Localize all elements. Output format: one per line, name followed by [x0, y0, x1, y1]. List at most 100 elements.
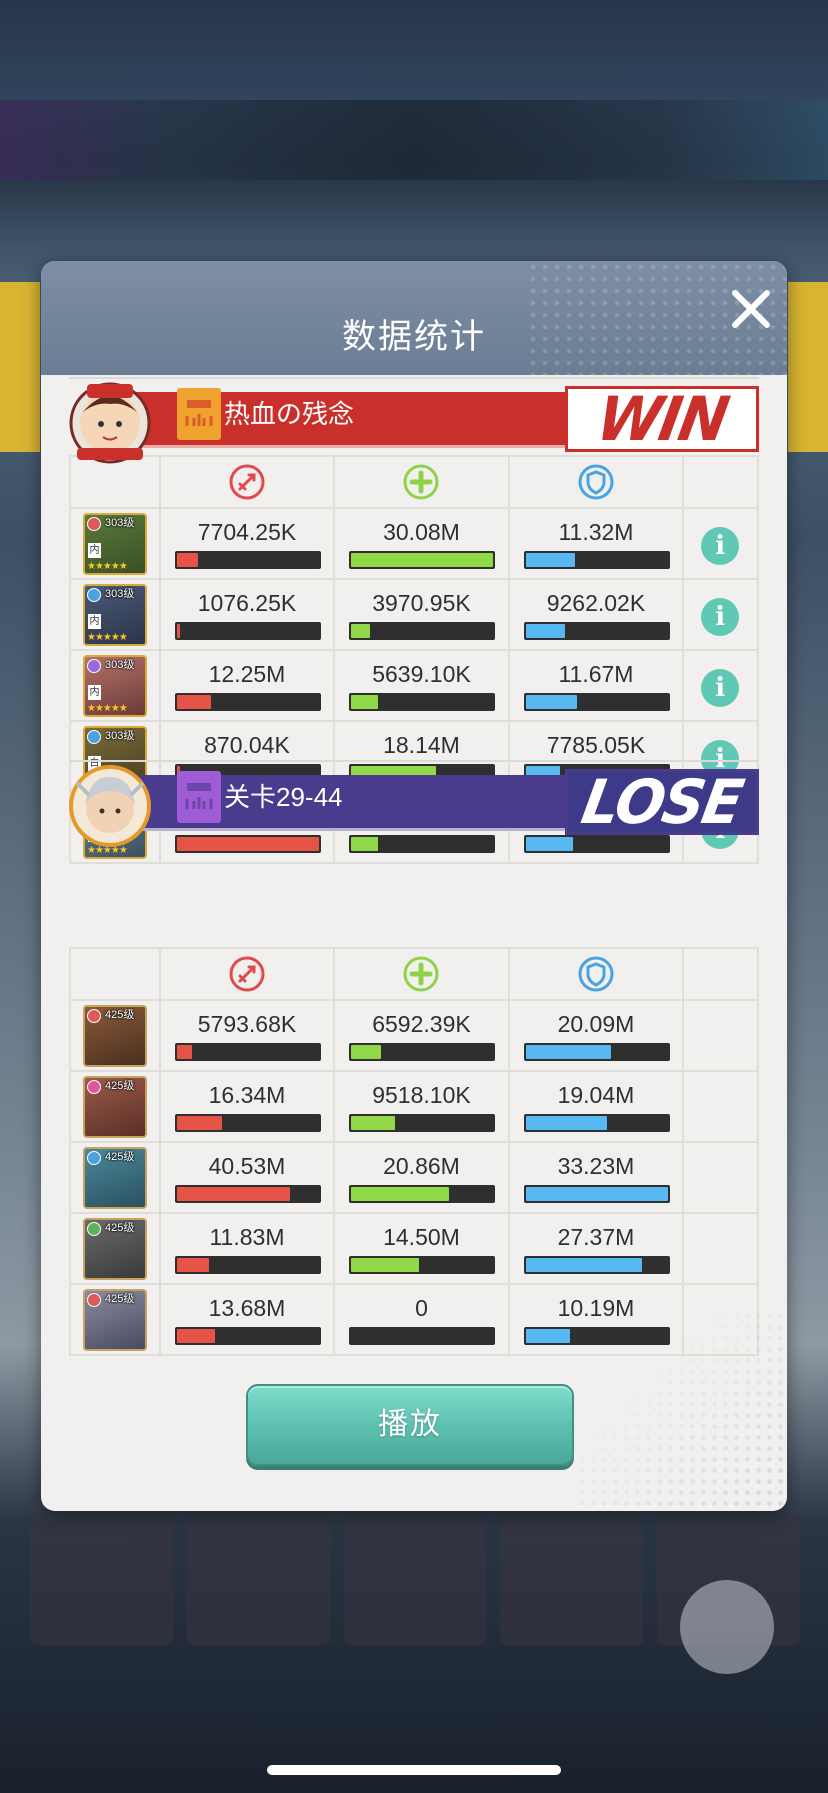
hero-cell: 425级 — [71, 1072, 161, 1143]
attack-stat-cell: 5793.68K — [160, 1001, 336, 1072]
dialog-title: 数据统计 — [342, 318, 486, 356]
attack-bar-fill — [176, 624, 180, 638]
stats-header-row — [71, 457, 759, 509]
defense-stat-cell: 20.09M — [509, 1001, 685, 1072]
attack-value: 16.34M — [208, 1082, 286, 1108]
heal-bar-fill — [351, 553, 494, 567]
attack-icon — [227, 462, 267, 502]
defense-value: 20.09M — [557, 1011, 635, 1037]
attack-bar — [174, 551, 321, 569]
attack-value: 12.25M — [208, 661, 286, 687]
header-cell — [71, 457, 161, 509]
hero-level: 425级 — [105, 1293, 135, 1305]
attack-bar — [174, 1185, 321, 1203]
attack-bar-fill — [176, 1187, 291, 1201]
heal-value: 3970.95K — [372, 590, 471, 616]
hero-portrait[interactable]: 425级 — [83, 1076, 147, 1138]
team-name: 热血の残念 — [224, 399, 355, 429]
attack-stat-cell: 12.25M — [160, 651, 336, 722]
defense-bar-fill — [525, 1187, 668, 1201]
attack-value: 11.83M — [209, 1224, 285, 1250]
divider — [69, 760, 759, 762]
defense-stat-cell: 11.32M — [509, 509, 685, 580]
header-cell — [335, 457, 510, 509]
hero-stats-row: 303级 内 ★★★★★ 12.25M 5639.10K 11.67M i — [71, 651, 759, 722]
attack-value: 40.53M — [208, 1153, 286, 1179]
element-icon — [87, 1009, 101, 1023]
heal-bar — [349, 622, 496, 640]
team-banner-1: 热血の残念 WIN — [69, 382, 759, 464]
heal-bar — [349, 1327, 496, 1345]
heal-bar-fill — [351, 1187, 450, 1201]
attack-stat-cell: 1076.25K — [160, 580, 336, 651]
header-cell — [509, 457, 685, 509]
close-icon — [732, 290, 770, 328]
close-button[interactable] — [725, 283, 777, 335]
attack-bar — [174, 835, 321, 853]
hero-info-button[interactable]: i — [701, 527, 740, 565]
heal-bar — [349, 551, 496, 569]
hero-stats-row: 303级 内 ★★★★★ 1076.25K 3970.95K 9262.02K … — [71, 580, 759, 651]
decorative-dots — [577, 1311, 787, 1511]
heal-value: 14.50M — [383, 1224, 460, 1250]
home-indicator[interactable] — [267, 1765, 561, 1775]
element-icon — [87, 1151, 101, 1165]
hero-cell: 425级 — [71, 1001, 161, 1072]
hero-info-button[interactable]: i — [701, 598, 740, 636]
heal-bar-fill — [351, 624, 370, 638]
hero-portrait[interactable]: 303级 内 ★★★★★ — [83, 584, 147, 646]
hero-stats-row: 303级 内 ★★★★★ 7704.25K 30.08M 11.32M i — [71, 509, 759, 580]
heal-value: 0 — [415, 1295, 428, 1321]
heal-value: 5639.10K — [372, 661, 471, 687]
attack-stat-cell: 40.53M — [160, 1143, 336, 1214]
hero-cell: 425级 — [71, 1285, 161, 1356]
result-badge: WIN — [565, 383, 759, 455]
element-icon — [87, 1080, 101, 1094]
hero-position-tag: 内 — [88, 543, 101, 558]
heal-bar — [349, 835, 496, 853]
info-icon: i — [715, 602, 726, 632]
heal-stat-cell: 3970.95K — [335, 580, 510, 651]
attack-bar — [174, 622, 321, 640]
defense-bar — [523, 551, 670, 569]
hero-info-button[interactable]: i — [701, 669, 740, 707]
hero-portrait[interactable]: 303级 内 ★★★★★ — [83, 513, 147, 575]
hero-level: 425级 — [105, 1151, 135, 1163]
info-icon: i — [715, 673, 726, 703]
attack-bar-fill — [176, 837, 319, 851]
attack-stat-cell: 7704.25K — [160, 509, 336, 580]
attack-bar-fill — [176, 1045, 193, 1059]
enemy-avatar-icon — [69, 765, 151, 847]
hero-level: 303级 — [105, 588, 135, 600]
play-button[interactable]: 播放 — [246, 1384, 574, 1466]
defense-value: 33.23M — [557, 1153, 635, 1179]
heal-stat-cell: 6592.39K — [335, 1001, 510, 1072]
attack-bar — [174, 1043, 321, 1061]
hero-portrait[interactable]: 303级 内 ★★★★★ — [83, 655, 147, 717]
heal-value: 6592.39K — [372, 1011, 471, 1037]
heal-stat-cell: 14.50M — [335, 1214, 510, 1285]
hero-portrait[interactable]: 425级 — [83, 1289, 147, 1351]
defense-bar — [523, 1043, 670, 1061]
element-icon — [87, 517, 101, 531]
defense-bar-fill — [525, 1045, 611, 1059]
attack-stat-cell: 13.68M — [160, 1285, 336, 1356]
attack-value: 13.68M — [208, 1295, 286, 1321]
hero-portrait[interactable]: 425级 — [83, 1005, 147, 1067]
defense-bar-fill — [525, 1258, 643, 1272]
header-cell — [160, 949, 336, 1001]
defense-bar — [523, 1256, 670, 1274]
defense-stat-cell: 11.67M — [509, 651, 685, 722]
team-avatar[interactable] — [69, 382, 151, 464]
header-cell — [684, 457, 759, 509]
attack-bar — [174, 693, 321, 711]
hero-portrait[interactable]: 425级 — [83, 1218, 147, 1280]
hero-level: 303级 — [105, 659, 135, 671]
info-cell — [684, 1072, 759, 1143]
hero-level: 303级 — [105, 517, 135, 529]
defense-stat-cell: 9262.02K — [509, 580, 685, 651]
hero-portrait[interactable]: 425级 — [83, 1147, 147, 1209]
defense-bar-fill — [525, 695, 577, 709]
team-avatar[interactable] — [69, 765, 151, 847]
heal-bar-fill — [351, 837, 379, 851]
